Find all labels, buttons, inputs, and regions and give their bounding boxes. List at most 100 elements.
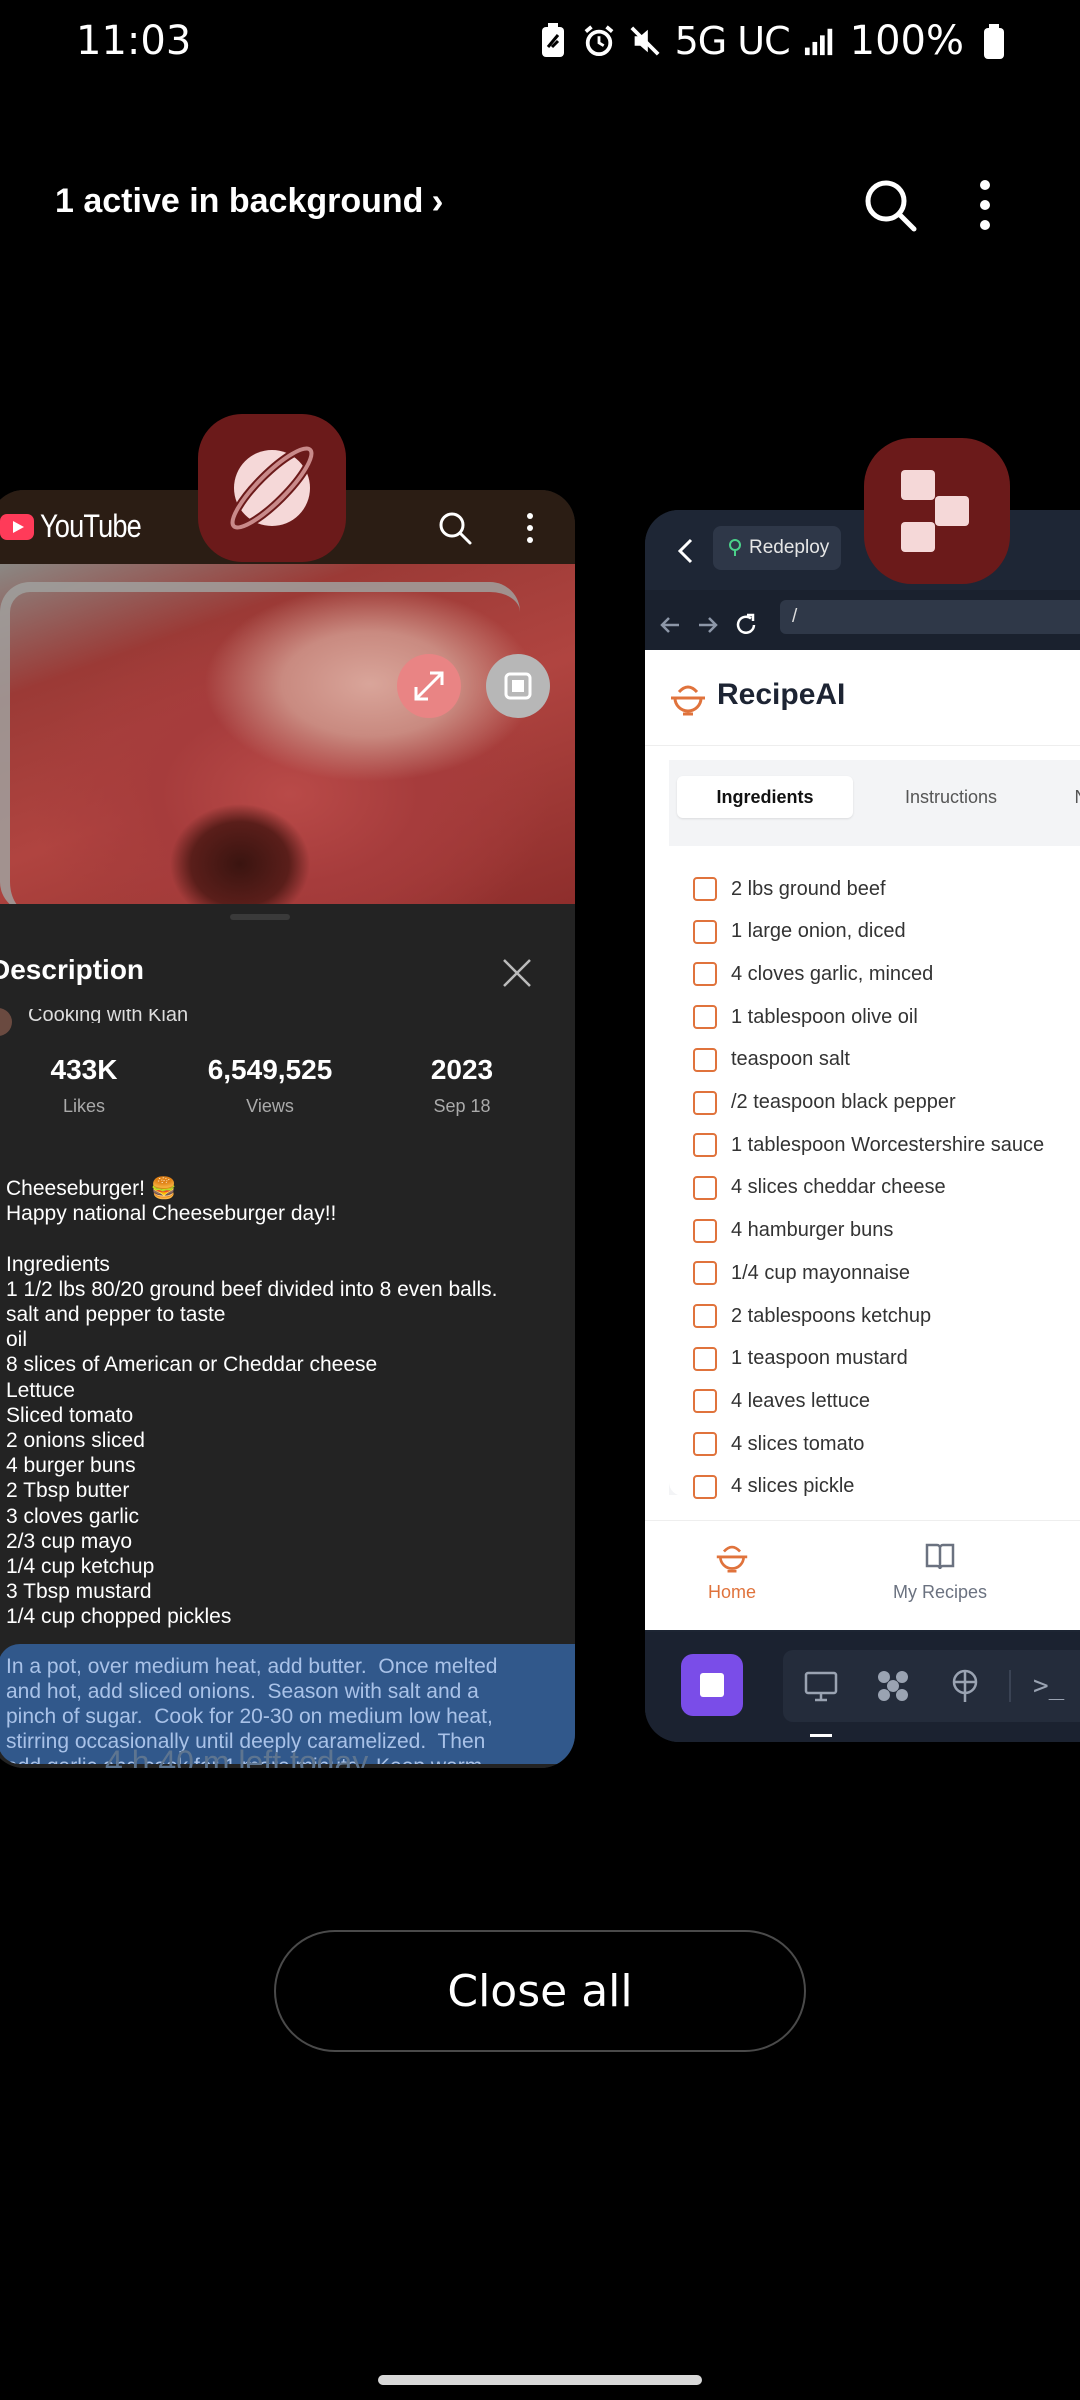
checkbox[interactable] [693, 1175, 717, 1200]
terminal-icon[interactable]: >_ [1033, 1668, 1069, 1704]
more-vert-icon [980, 180, 990, 230]
checkbox[interactable] [693, 962, 717, 987]
ingredient-label: 2 tablespoons ketchup [731, 1304, 932, 1327]
screen-time-left: 4 h 40 m left today [105, 1744, 369, 1768]
monitor-icon[interactable] [803, 1668, 839, 1704]
internet-browser-app-icon[interactable] [198, 414, 346, 562]
checkbox[interactable] [693, 877, 717, 901]
close-description-button[interactable] [500, 956, 534, 990]
recent-app-card-browser[interactable]: YouTube Description Cooking with Kian 43… [0, 490, 575, 1768]
status-bar: 11:03 5G UC 100% [0, 0, 1080, 90]
nav-forward-icon[interactable] [695, 612, 721, 638]
nav-my-recipes[interactable]: My Recipes [870, 1539, 1010, 1603]
likes-label: Likes [62, 1096, 106, 1116]
ingredient-label: 4 slices cheddar cheese [731, 1176, 946, 1199]
battery-saver-icon [537, 21, 569, 61]
checkbox[interactable] [693, 919, 717, 944]
description-title: Description [0, 954, 145, 985]
youtube-search-icon[interactable] [435, 508, 475, 548]
drag-handle[interactable] [230, 914, 290, 920]
tab-nutrition[interactable]: N [1051, 776, 1080, 818]
battery-icon [978, 21, 1010, 61]
checkbox[interactable] [693, 1304, 717, 1328]
close-icon [503, 959, 531, 987]
checkbox[interactable] [693, 1432, 717, 1457]
channel-name[interactable]: Cooking with Kian [28, 1009, 188, 1023]
recipe-content: Ingredients Instructions N 2 lbs ground … [669, 760, 1080, 1499]
back-icon[interactable] [673, 536, 701, 566]
ingredient-item[interactable]: 1 teaspoon mustard [693, 1344, 908, 1374]
modules-icon[interactable] [875, 1668, 911, 1704]
ingredient-label: 2 lbs ground beef [731, 877, 886, 900]
ingredient-label: 4 leaves lettuce [731, 1389, 870, 1412]
ingredient-label: 1 tablespoon Worcestershire sauce [731, 1133, 1045, 1156]
reload-icon[interactable] [733, 612, 759, 638]
url-input[interactable]: / [780, 600, 1080, 634]
views-label: Views [246, 1096, 294, 1116]
chevron-right-icon: › [431, 180, 444, 221]
nav-back-icon[interactable] [657, 612, 683, 638]
recipeai-page: RecipeAI Ingredients Instructions N 2 lb… [645, 650, 1080, 1610]
checkbox[interactable] [693, 1090, 717, 1115]
signal-icon [804, 21, 836, 61]
ingredient-item[interactable]: 4 leaves lettuce [693, 1386, 870, 1416]
ingredient-item[interactable]: 4 slices tomato [693, 1429, 864, 1459]
active-tool-indicator [810, 1734, 832, 1737]
more-options-button[interactable] [955, 175, 1015, 235]
checkbox[interactable] [693, 1218, 717, 1243]
ingredient-item[interactable]: teaspoon salt [693, 1045, 850, 1075]
ingredient-item[interactable]: 1/4 cup mayonnaise [693, 1258, 910, 1288]
nav-home-label: Home [707, 1582, 756, 1602]
recent-app-card-railway[interactable]: Redeploy / RecipeAI Ingredients Instruct… [645, 510, 1080, 1742]
channel-avatar[interactable] [0, 1008, 12, 1036]
ingredient-item[interactable]: 1 tablespoon Worcestershire sauce [693, 1130, 1044, 1160]
close-all-button[interactable]: Close all [274, 1930, 806, 2052]
year-value: 2023 [430, 1054, 494, 1085]
ingredient-item[interactable]: 4 slices cheddar cheese [693, 1173, 946, 1203]
ingredient-item[interactable]: 4 cloves garlic, minced [693, 959, 933, 989]
checkbox[interactable] [693, 1389, 717, 1414]
search-button[interactable] [860, 175, 920, 235]
tab-instructions[interactable]: Instructions [865, 776, 1037, 818]
ingredient-item[interactable]: 4 slices pickle [693, 1472, 854, 1502]
background-apps-link[interactable]: 1 active in background › [55, 180, 443, 222]
redeploy-tab[interactable]: Redeploy [713, 526, 841, 570]
tab-ingredients[interactable]: Ingredients [677, 776, 853, 818]
youtube-more-icon[interactable] [515, 508, 545, 548]
checkbox[interactable] [693, 1346, 717, 1371]
ingredients-list: 2 lbs ground beef 1 large onion, diced 4… [669, 846, 1080, 1499]
home-chef-icon [716, 1545, 748, 1573]
popup-view-button[interactable] [486, 654, 550, 718]
expand-button[interactable] [397, 654, 461, 718]
expand-icon [414, 671, 444, 701]
railway-app-icon[interactable] [864, 438, 1010, 584]
description-text: Cheeseburger! 🍔 Happy national Cheesebur… [6, 1177, 498, 1629]
network-globe-icon[interactable] [947, 1668, 983, 1704]
ingredient-item[interactable]: 1 large onion, diced [693, 917, 906, 947]
youtube-wordmark: YouTube [40, 508, 142, 544]
checkbox[interactable] [693, 1133, 717, 1158]
checkbox[interactable] [693, 1005, 717, 1030]
nav-my-recipes-label: My Recipes [892, 1582, 988, 1602]
battery-percent: 100% [849, 18, 964, 64]
checkbox[interactable] [693, 1047, 717, 1072]
youtube-play-icon [0, 513, 34, 540]
search-icon [865, 180, 917, 232]
checkbox[interactable] [693, 1261, 717, 1286]
ingredient-item[interactable]: 4 hamburger buns [693, 1216, 893, 1246]
nav-home[interactable]: Home [662, 1539, 802, 1603]
home-indicator[interactable] [378, 2375, 702, 2385]
video-pan-rim [0, 582, 520, 904]
stop-button[interactable] [681, 1654, 743, 1716]
ingredient-item[interactable]: /2 teaspoon black pepper [693, 1088, 956, 1118]
ingredient-item[interactable]: 1 tablespoon olive oil [693, 1002, 918, 1032]
dev-toolbar: >_ [645, 1632, 1080, 1742]
date-stat: 2023 Sep 18 [382, 1054, 542, 1117]
checkbox[interactable] [693, 1474, 717, 1499]
ingredient-item[interactable]: 2 tablespoons ketchup [693, 1301, 931, 1331]
ingredient-item[interactable]: 2 lbs ground beef [693, 874, 886, 904]
video-player[interactable] [0, 564, 575, 904]
ingredient-label: 1/4 cup mayonnaise [731, 1261, 911, 1284]
tree-icon [729, 539, 741, 556]
ingredient-label: 1 tablespoon olive oil [731, 1005, 918, 1028]
